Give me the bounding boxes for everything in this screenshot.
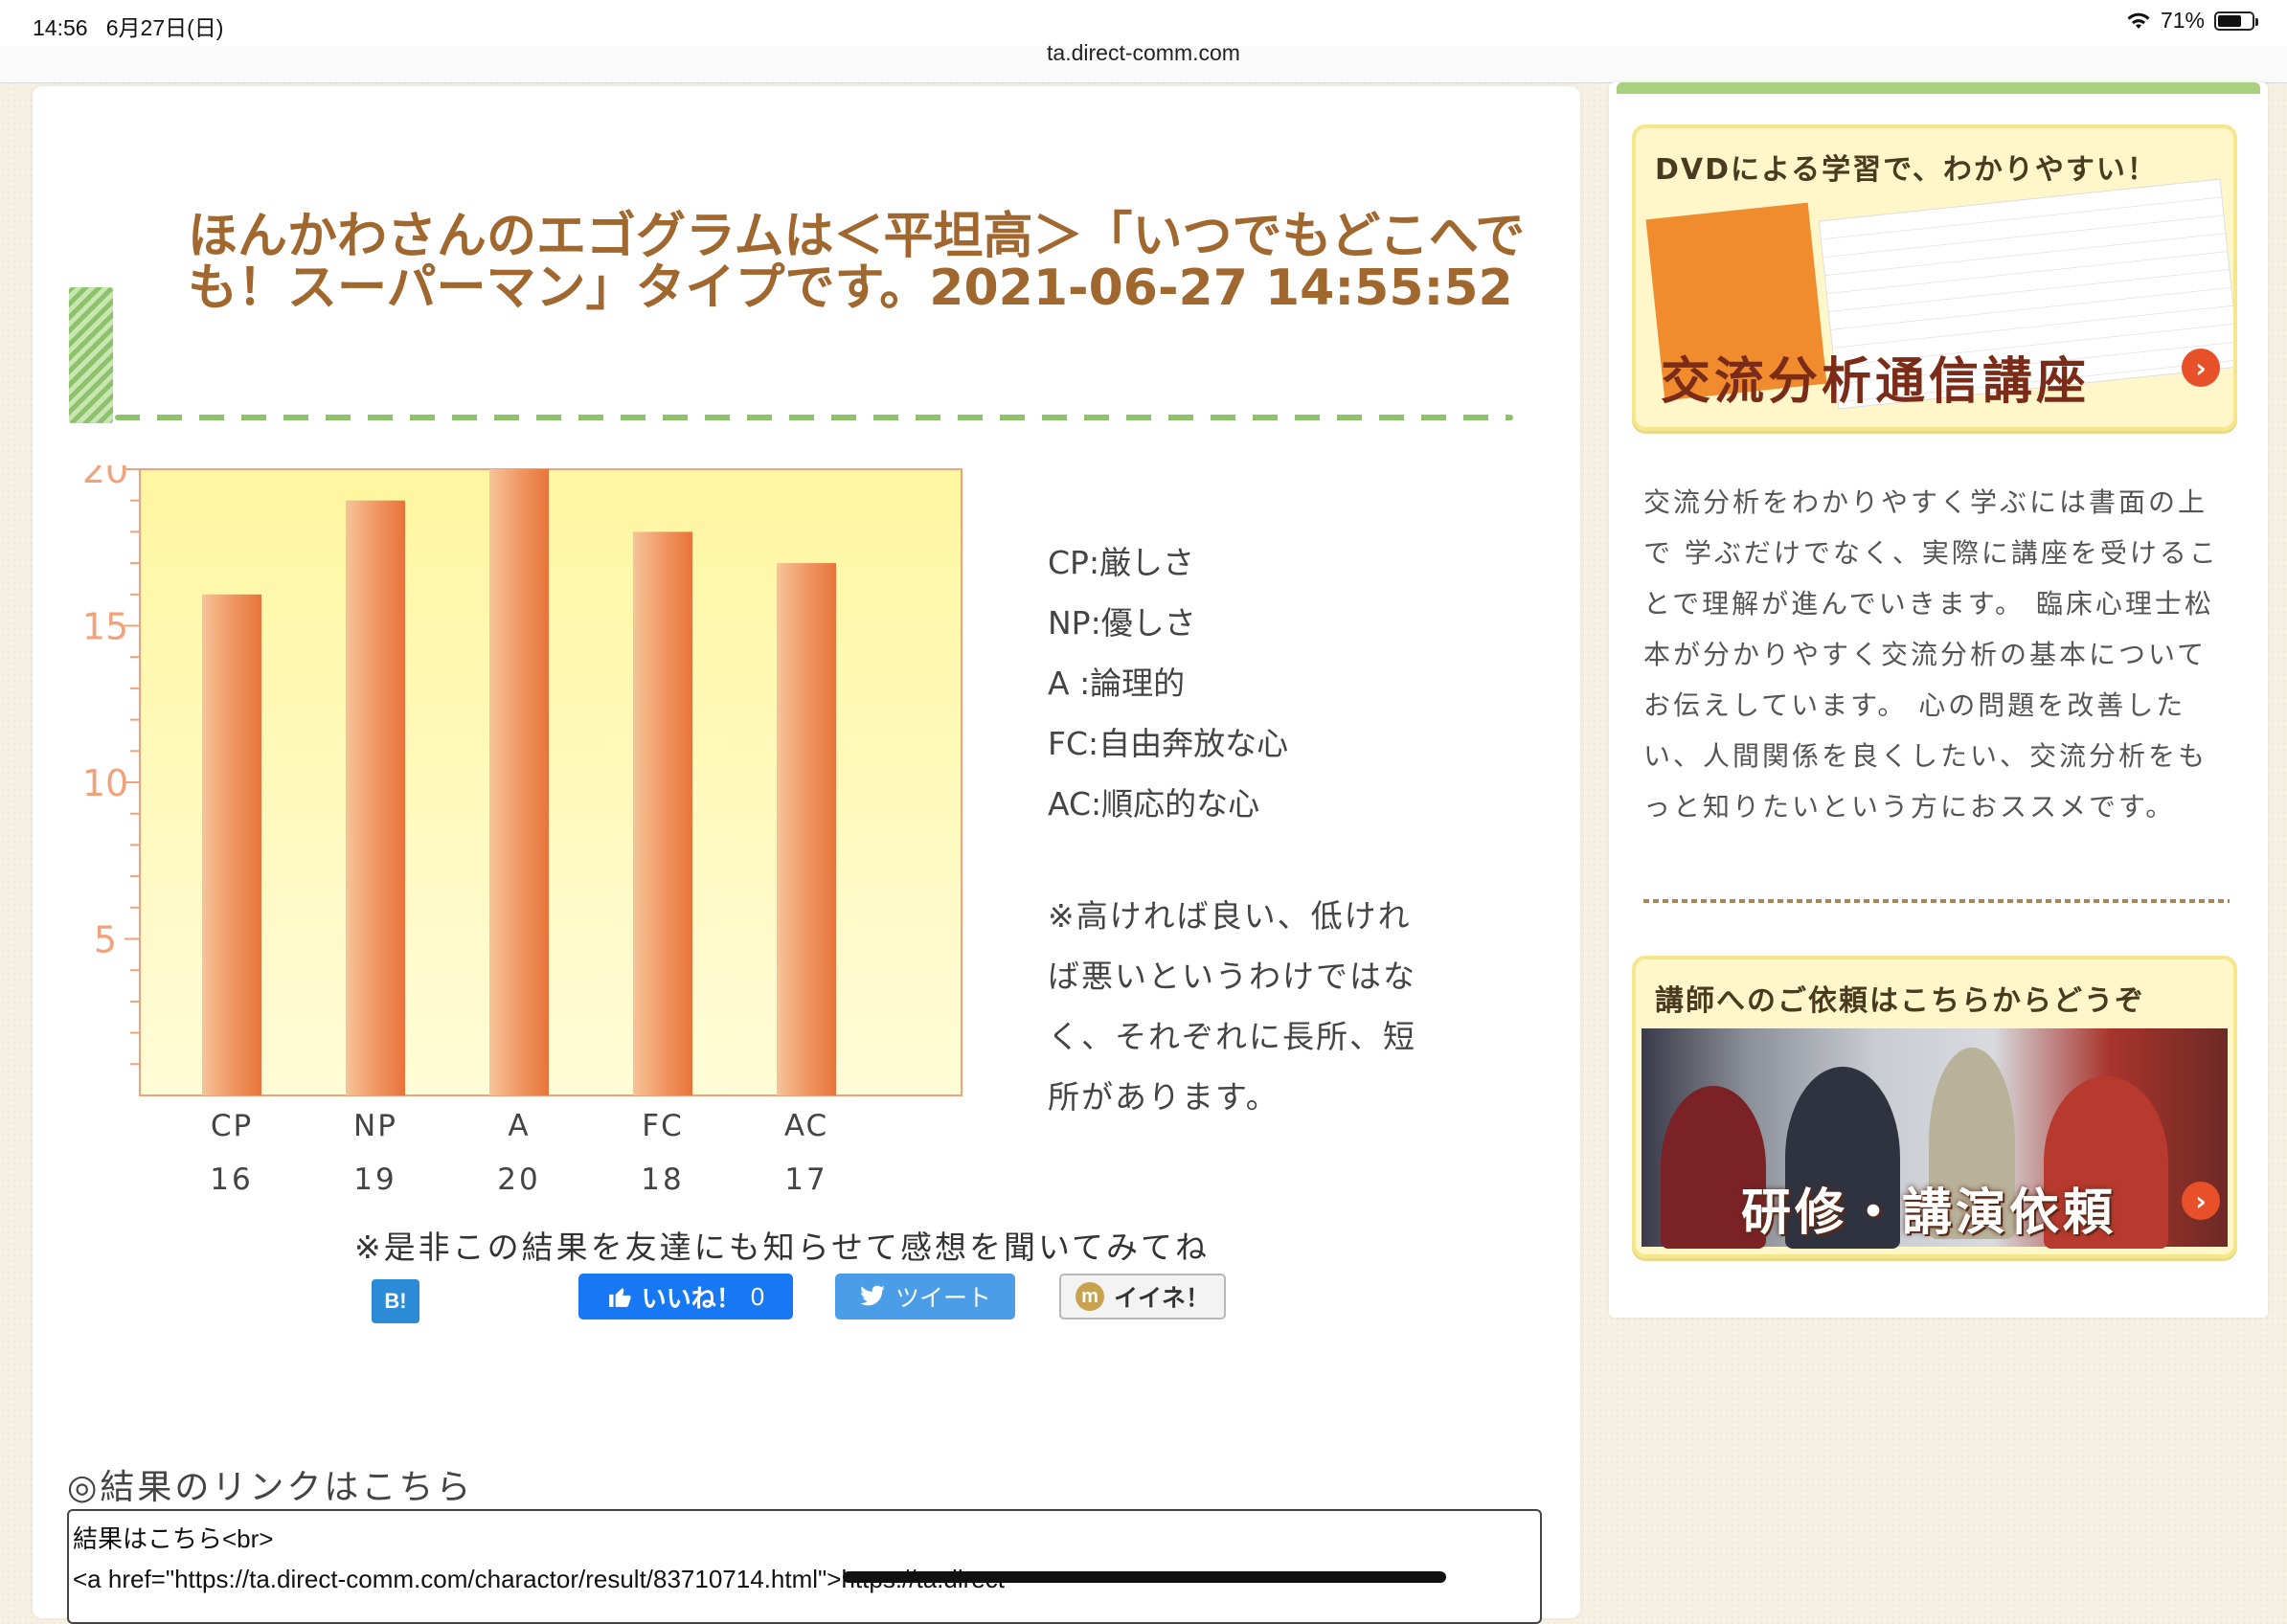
tweet-label: ツイート [894,1285,991,1312]
legend-item: NP:優しさ [1048,604,1196,642]
facebook-like-count: 0 [750,1281,765,1311]
correspondence-course-banner[interactable]: DVDによる学習で、わかりやすい！ 交流分析通信講座 › [1632,124,2237,431]
mixi-check-button[interactable]: m イイネ！ [1059,1274,1226,1320]
hatena-label: B! [384,1289,407,1313]
y-tick-label: 5 [94,919,117,961]
egogram-chart: 5 10 15 20 CP 16 NP 19 A 20 FC 18 AC 17 [82,465,962,1197]
data-label: 20 [497,1162,540,1197]
plot-area [139,468,962,1096]
data-label: 16 [210,1162,253,1197]
share-caption: ※是非この結果を友達にも知らせて感想を聞いてみてね [354,1229,1211,1266]
tweet-button[interactable]: ツイート [835,1274,1015,1320]
x-tick-label: A [508,1109,530,1143]
address-bar[interactable]: ta.direct-comm.com [0,42,2287,83]
result-link-code-textarea[interactable]: 結果はこちら<br> <a href="https://ta.direct-co… [67,1509,1542,1624]
twitter-bird-icon [860,1285,885,1306]
legend-item: CP:厳しさ [1048,544,1195,581]
home-indicator[interactable] [843,1571,1446,1583]
data-label: 19 [353,1162,396,1197]
data-label: 18 [641,1162,684,1197]
thumbs-up-icon [608,1288,631,1307]
bar-fc [633,531,692,1095]
facebook-like-label: いいね！ [641,1283,741,1313]
title-divider [115,415,1513,420]
chart-legend: CP:厳しさ NP:優しさ A :論理的 FC:自由奔放な心 AC:順応的な心 [1048,532,1288,834]
sidebar-divider [1643,899,2230,903]
banner-tagline: DVDによる学習で、わかりやすい！ [1655,153,2158,187]
mixi-logo-icon: m [1075,1282,1104,1311]
hatena-bookmark-button[interactable]: B! [372,1279,419,1323]
x-tick-label: FC [642,1109,683,1143]
y-tick-label: 20 [82,465,128,491]
banner-tagline: 講師へのご依頼はこちらからどうぞ [1655,984,2145,1018]
sidebar-top-border [1617,82,2260,94]
result-note: ※高ければ良い、低ければ悪いというわけではなく、それぞれに長所、短所があります。 [1048,897,1416,1116]
bar-ac [777,563,836,1095]
x-tick-label: AC [784,1109,828,1143]
bar-a [489,469,549,1095]
wifi-icon [2127,12,2150,29]
legend-item: A :論理的 [1048,665,1186,702]
status-bar: 14:56 6月27日(日) 71% [0,0,2287,46]
chevron-right-icon: › [2182,1182,2220,1220]
status-indicators: 71% [2126,8,2258,34]
status-time: 14:56 [33,15,88,40]
code-line: 結果はこちら<br> [73,1524,274,1553]
result-link-heading: ◎結果のリンクはこちら [67,1468,474,1507]
sidebar-description: 交流分析をわかりやすく学ぶには書面の上で 学ぶだけでなく、実際に講座を受けること… [1643,486,2219,823]
page-title: ほんかわさんのエゴグラムは＜平坦高＞「いつでもどこへでも！スーパーマン」タイプで… [188,208,1526,317]
x-tick-label: CP [211,1109,253,1143]
lecture-request-banner[interactable]: 講師へのご依頼はこちらからどうぞ 研修・講演依頼 › [1632,956,2237,1258]
mixi-label: イイネ！ [1113,1285,1210,1312]
x-tick-label: NP [353,1109,397,1143]
banner-title: 研修・講演依頼 [1741,1184,2117,1242]
url-text[interactable]: ta.direct-comm.com [1047,40,1240,65]
status-date: 6月27日(日) [105,15,224,40]
battery-percent: 71% [2160,8,2205,33]
bar-np [346,500,405,1095]
chevron-right-icon: › [2182,349,2220,387]
legend-item: AC:順応的な心 [1048,785,1260,823]
bar-cp [202,594,261,1095]
data-label: 17 [784,1162,827,1197]
y-tick-label: 10 [82,762,128,804]
battery-icon [2214,11,2258,31]
y-tick-label: 15 [82,606,128,648]
facebook-like-button[interactable]: いいね！ 0 [578,1274,793,1320]
legend-item: FC:自由奔放な心 [1048,725,1289,762]
title-decoration [69,287,113,423]
banner-title: 交流分析通信講座 [1661,353,2091,411]
status-time-date: 14:56 6月27日(日) [33,10,223,42]
